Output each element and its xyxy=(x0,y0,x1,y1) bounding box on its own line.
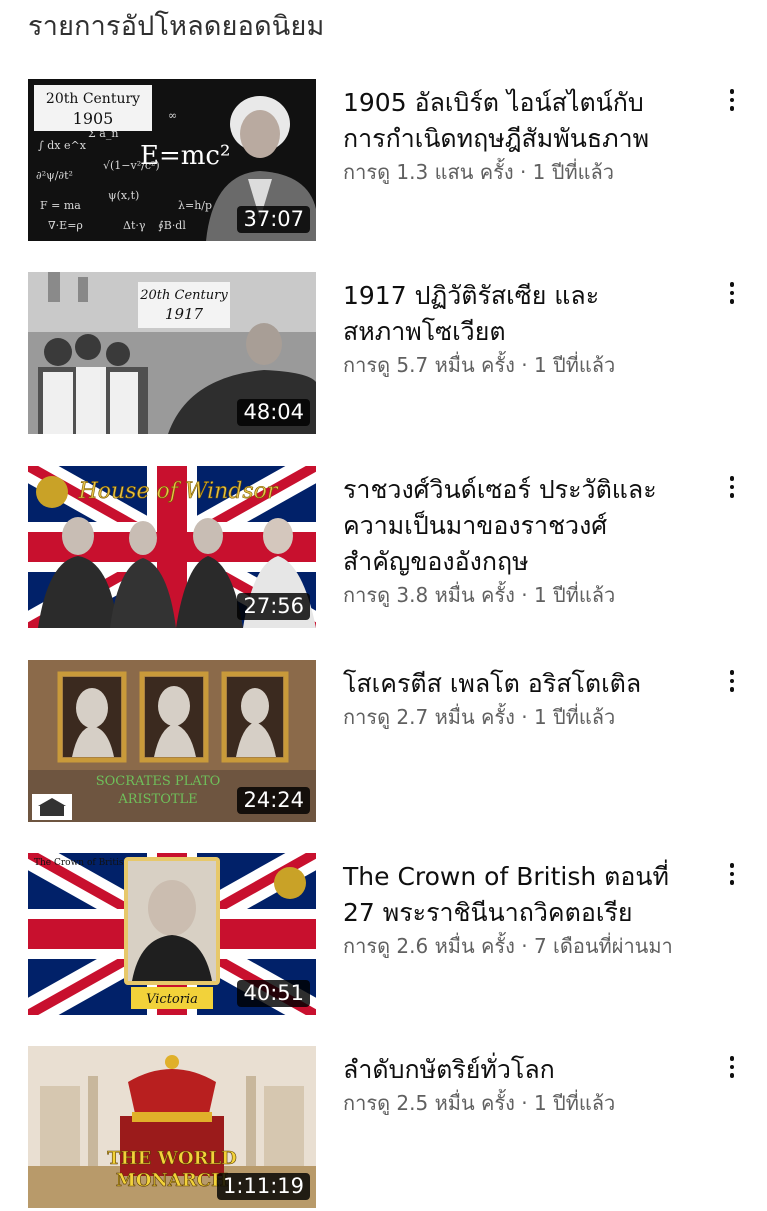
svg-text:∇·E=ρ: ∇·E=ρ xyxy=(48,219,83,232)
video-thumbnail-2[interactable]: 20th Century 1917 48:04 xyxy=(28,272,316,434)
video-meta: การดู 1.3 แสน ครั้ง · 1 ปีที่แล้ว xyxy=(343,160,615,184)
svg-text:∞: ∞ xyxy=(168,109,177,122)
video-title-line[interactable]: The Crown of British ตอนที่ xyxy=(343,859,713,895)
thumb-text-series: The Crown of British xyxy=(34,858,129,868)
svg-text:Δt·γ: Δt·γ xyxy=(123,219,146,232)
thumb-text-world: THE WORLD xyxy=(107,1148,237,1169)
svg-text:F = ma: F = ma xyxy=(40,199,81,212)
video-duration-badge: 24:24 xyxy=(237,787,310,814)
more-options-icon[interactable] xyxy=(718,85,746,115)
video-meta: การดู 2.5 หมื่น ครั้ง · 1 ปีที่แล้ว xyxy=(343,1091,616,1115)
video-item-2[interactable]: 20th Century 1917 48:04 1917 ปฏิวัติรัสเ… xyxy=(28,272,767,437)
video-title-line[interactable]: การกำเนิดทฤษฎีสัมพันธภาพ xyxy=(343,121,713,157)
more-options-icon[interactable] xyxy=(718,472,746,502)
video-meta: การดู 2.6 หมื่น ครั้ง · 7 เดือนที่ผ่านมา xyxy=(343,934,673,958)
video-title-line[interactable]: 1917 ปฏิวัติรัสเซีย และ xyxy=(343,278,713,314)
video-item-6[interactable]: THE WORLD MONARCH 1:11:19 ลำดับกษัตริย์ท… xyxy=(28,1046,767,1211)
more-options-icon[interactable] xyxy=(718,666,746,696)
thumb-text-year: 1905 xyxy=(73,109,114,128)
svg-text:∂²ψ/∂t²: ∂²ψ/∂t² xyxy=(36,169,73,182)
video-meta: การดู 5.7 หมื่น ครั้ง · 1 ปีที่แล้ว xyxy=(343,353,616,377)
video-title[interactable]: ลำดับกษัตริย์ทั่วโลก xyxy=(343,1052,713,1088)
video-duration-badge: 37:07 xyxy=(237,206,310,233)
thumb-formula-text: E=mc² xyxy=(140,141,230,171)
video-meta: การดู 3.8 หมื่น ครั้ง · 1 ปีที่แล้ว xyxy=(343,583,616,607)
more-options-icon[interactable] xyxy=(718,278,746,308)
video-thumbnail-5[interactable]: The Crown of British Victoria 40:51 xyxy=(28,853,316,1015)
video-title-line[interactable]: ราชวงศ์วินด์เซอร์ ประวัติและ xyxy=(343,472,713,508)
video-meta: การดู 2.7 หมื่น ครั้ง · 1 ปีที่แล้ว xyxy=(343,705,616,729)
more-options-icon[interactable] xyxy=(718,1052,746,1082)
video-duration-badge: 1:11:19 xyxy=(217,1173,310,1200)
video-title-line[interactable]: ลำดับกษัตริย์ทั่วโลก xyxy=(343,1052,713,1088)
video-title-line[interactable]: ความเป็นมาของราชวงศ์ xyxy=(343,508,713,544)
thumb-text-century: 20th Century xyxy=(46,91,140,107)
section-title: รายการอัปโหลดยอดนิยม xyxy=(28,11,325,42)
thumb-text-names-1: SOCRATES PLATO xyxy=(96,774,221,789)
video-title-line[interactable]: สำคัญของอังกฤษ xyxy=(343,544,713,580)
video-item-1[interactable]: ∫ dx e^x Σ a_n ∂²ψ/∂t² √(1−v²/c²) F = ma ψ(… xyxy=(28,79,767,244)
svg-text:ψ(x,t): ψ(x,t) xyxy=(108,189,139,202)
video-title[interactable]: ราชวงศ์วินด์เซอร์ ประวัติและ ความเป็นมาข… xyxy=(343,472,713,580)
svg-text:∮B·dl: ∮B·dl xyxy=(158,219,186,232)
video-item-3[interactable]: House of Windsor 27:56 ราชวงศ์วินด์เซอร์… xyxy=(28,466,767,631)
more-options-icon[interactable] xyxy=(718,859,746,889)
thumb-text-monarch: MONARCH xyxy=(116,1170,228,1191)
video-title[interactable]: 1905 อัลเบิร์ต ไอน์สไตน์กับ การกำเนิดทฤษ… xyxy=(343,85,713,157)
thumb-text-victoria: Victoria xyxy=(146,992,198,1007)
thumb-text-year: 1917 xyxy=(165,305,204,323)
svg-text:λ=h/p: λ=h/p xyxy=(178,199,212,212)
video-thumbnail-6[interactable]: THE WORLD MONARCH 1:11:19 xyxy=(28,1046,316,1208)
svg-text:∫ dx e^x: ∫ dx e^x xyxy=(38,139,87,152)
video-thumbnail-4[interactable]: SOCRATES PLATO ARISTOTLE 24:24 xyxy=(28,660,316,822)
video-duration-badge: 40:51 xyxy=(237,980,310,1007)
video-title[interactable]: 1917 ปฏิวัติรัสเซีย และ สหภาพโซเวียต xyxy=(343,278,713,350)
video-title[interactable]: The Crown of British ตอนที่ 27 พระราชินี… xyxy=(343,859,713,931)
video-title-line[interactable]: 27 พระราชินีนาถวิคตอเรีย xyxy=(343,895,713,931)
video-thumbnail-1[interactable]: ∫ dx e^x Σ a_n ∂²ψ/∂t² √(1−v²/c²) F = ma ψ(… xyxy=(28,79,316,241)
video-item-4[interactable]: SOCRATES PLATO ARISTOTLE 24:24 โสเครตีส … xyxy=(28,660,767,825)
video-thumbnail-3[interactable]: House of Windsor 27:56 xyxy=(28,466,316,628)
video-duration-badge: 48:04 xyxy=(237,399,310,426)
video-title-line[interactable]: โสเครตีส เพลโต อริสโตเติล xyxy=(343,666,713,702)
video-title[interactable]: โสเครตีส เพลโต อริสโตเติล xyxy=(343,666,713,702)
thumb-text-names-2: ARISTOTLE xyxy=(117,792,197,807)
video-item-5[interactable]: The Crown of British Victoria 40:51 The … xyxy=(28,853,767,1018)
thumb-text-house: House of Windsor xyxy=(78,479,279,504)
video-duration-badge: 27:56 xyxy=(237,593,310,620)
thumb-text-century: 20th Century xyxy=(139,288,228,303)
video-title-line[interactable]: สหภาพโซเวียต xyxy=(343,314,713,350)
video-title-line[interactable]: 1905 อัลเบิร์ต ไอน์สไตน์กับ xyxy=(343,85,713,121)
